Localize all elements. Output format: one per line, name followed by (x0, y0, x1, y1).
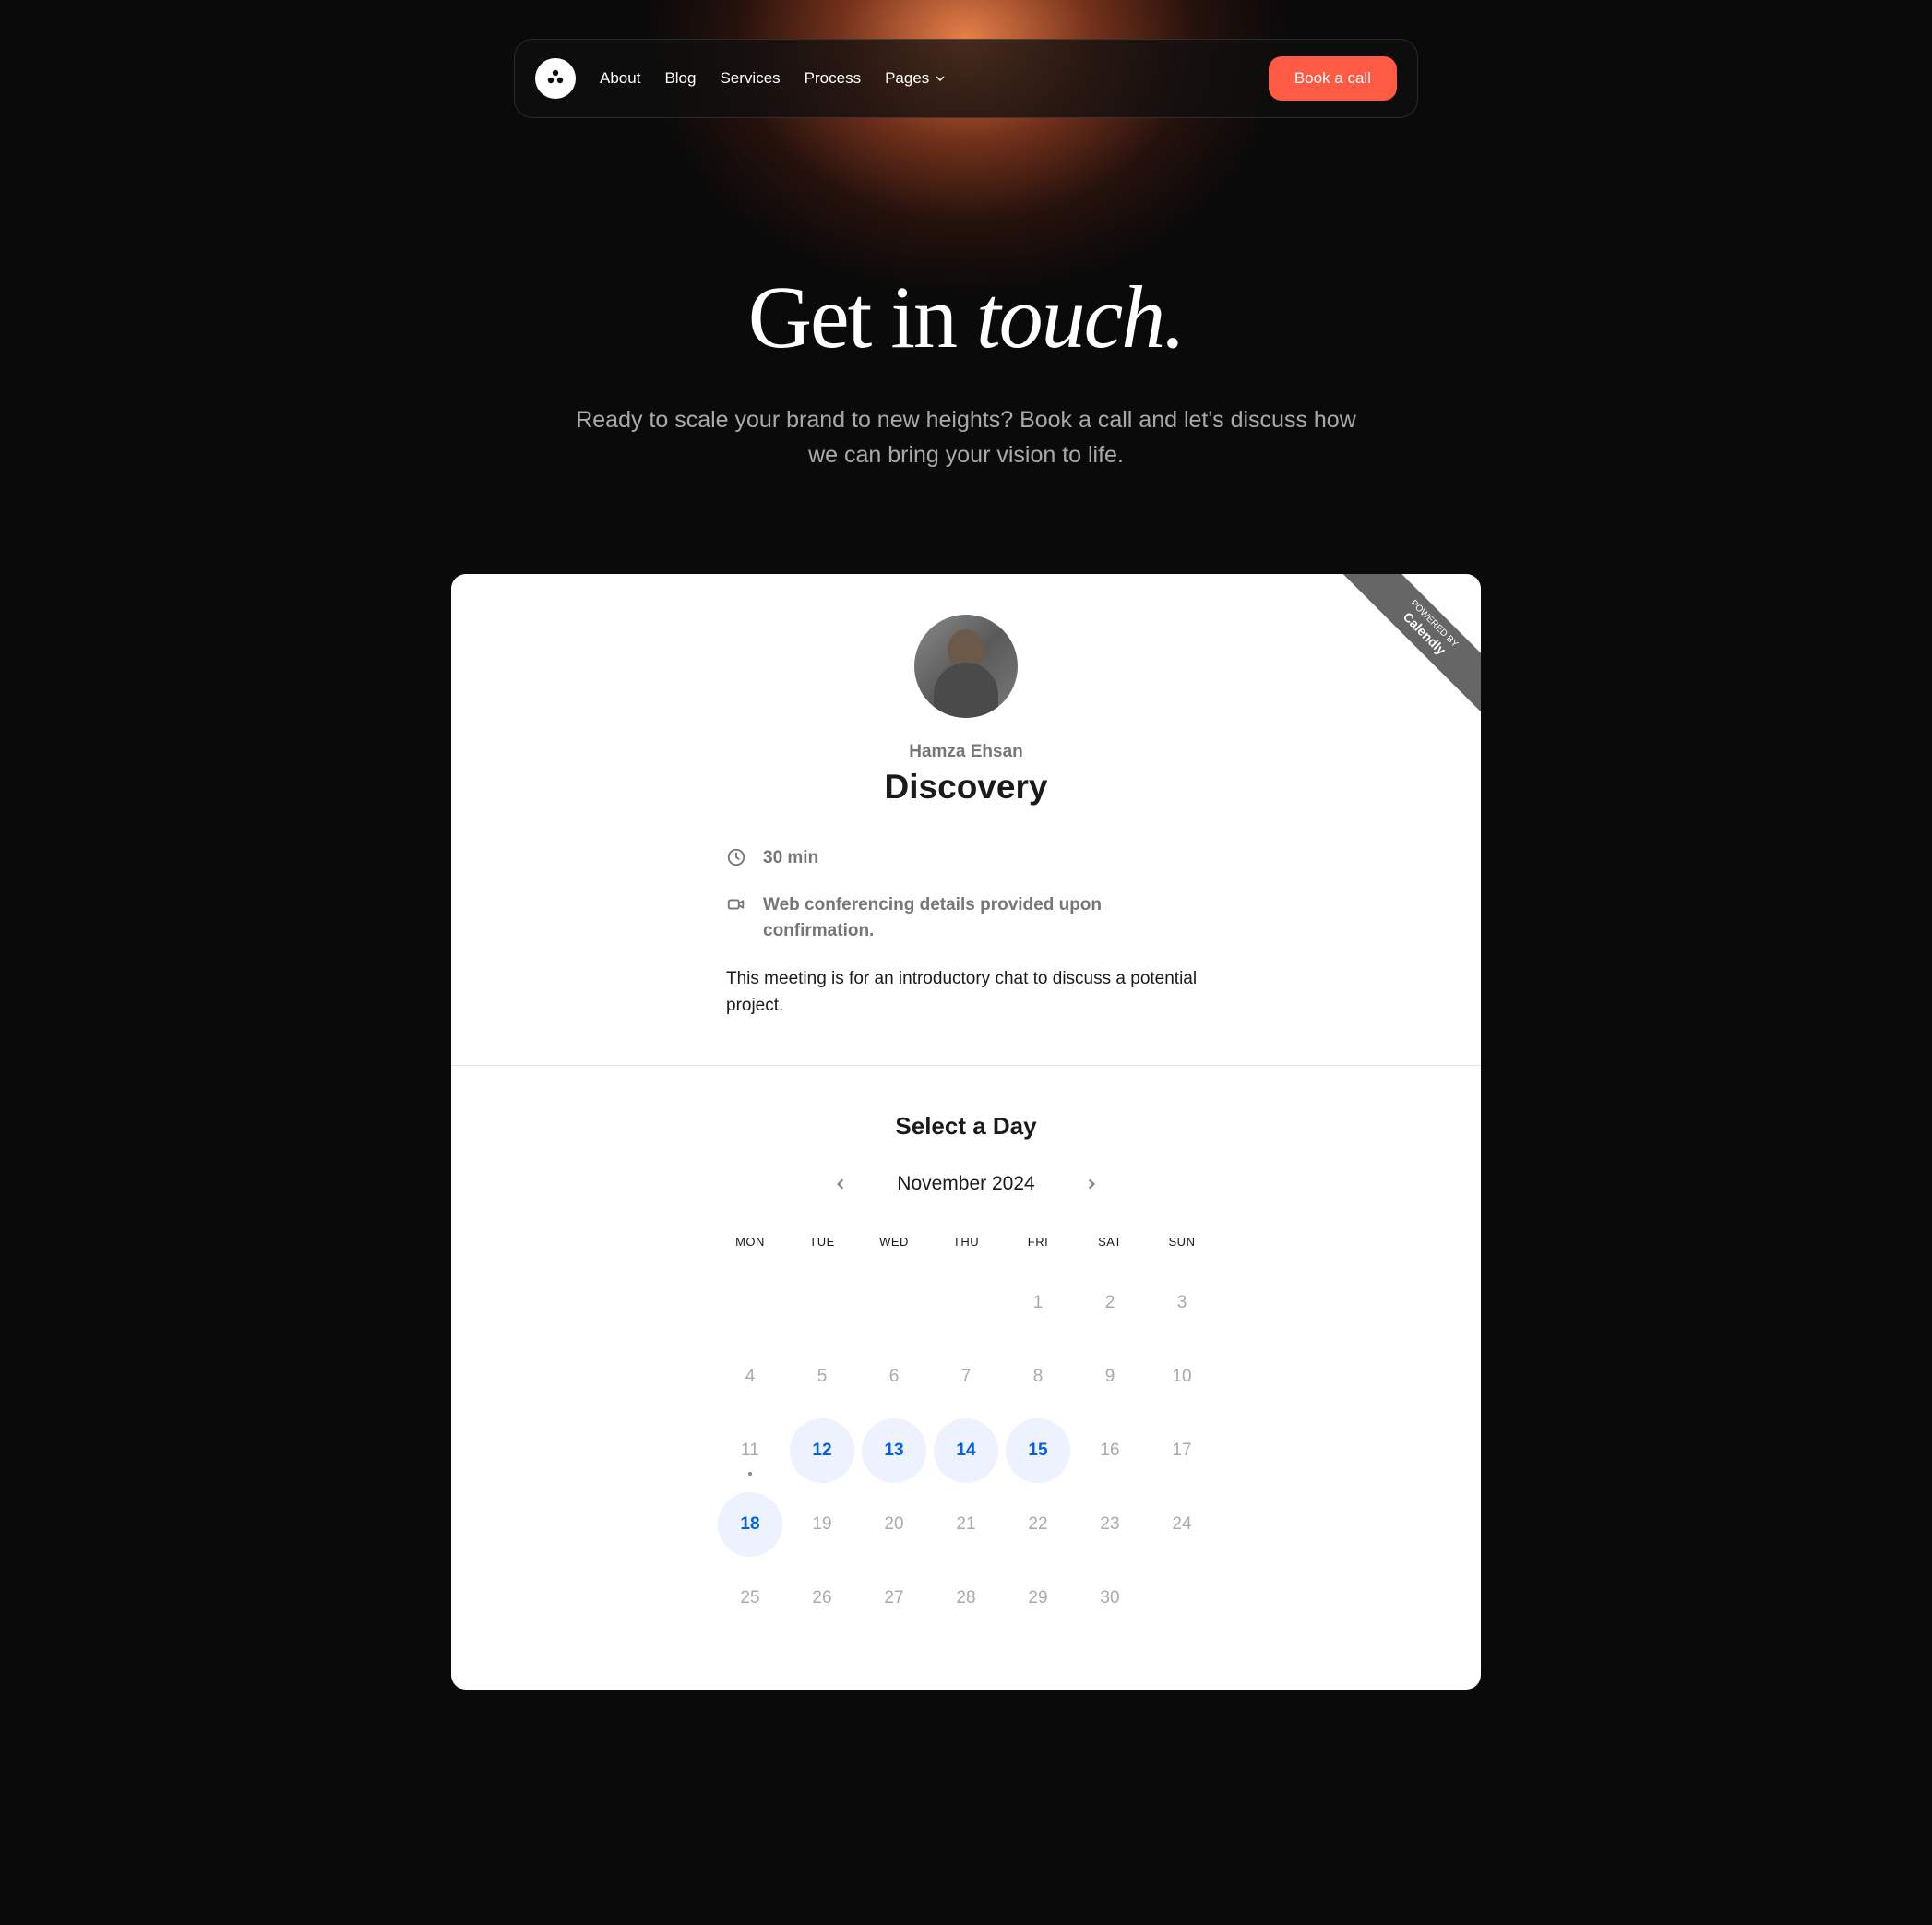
nav-link-about[interactable]: About (600, 69, 640, 88)
logo-icon (544, 67, 566, 90)
calendar-day-unavailable: 7 (930, 1341, 1002, 1413)
nav-link-blog[interactable]: Blog (664, 69, 696, 88)
calendar-day-unavailable: 4 (714, 1341, 786, 1413)
nav-links: About Blog Services Process Pages (600, 69, 946, 88)
calendar-day-unavailable: 27 (858, 1562, 930, 1634)
calendar-dow: FRI (1002, 1227, 1074, 1265)
calendar-day-available[interactable]: 14 (930, 1415, 1002, 1487)
calendar-dow: THU (930, 1227, 1002, 1265)
calendar-day-available[interactable]: 18 (714, 1489, 786, 1560)
calendar-day-available[interactable]: 15 (1002, 1415, 1074, 1487)
host-avatar (914, 615, 1018, 718)
calendar-blank (786, 1267, 858, 1339)
calendar-day-unavailable: 23 (1074, 1489, 1146, 1560)
calendar-day-unavailable: 6 (858, 1341, 930, 1413)
calendar-day-unavailable: 24 (1146, 1489, 1218, 1560)
calendar-dow: WED (858, 1227, 930, 1265)
next-month-button[interactable] (1079, 1172, 1103, 1196)
calendar-blank (858, 1267, 930, 1339)
calendar-day-unavailable: 22 (1002, 1489, 1074, 1560)
day-select-section: Select a Day November 2024 MONTUEWEDTHUF… (451, 1066, 1481, 1690)
calendar-day-unavailable: 11 (714, 1415, 786, 1487)
clock-icon (726, 847, 746, 867)
calendar-day-unavailable: 20 (858, 1489, 930, 1560)
calendar-day-unavailable: 28 (930, 1562, 1002, 1634)
logo[interactable] (535, 58, 576, 99)
calendly-card: POWERED BY Calendly Hamza Ehsan Discover… (451, 574, 1481, 1690)
calendar-grid: MONTUEWEDTHUFRISATSUN1234567891011121314… (488, 1227, 1444, 1634)
calendar-dow: SAT (1074, 1227, 1146, 1265)
calendar-dow: SUN (1146, 1227, 1218, 1265)
nav-link-services[interactable]: Services (720, 69, 780, 88)
calendar-day-available[interactable]: 12 (786, 1415, 858, 1487)
calendar-day-unavailable: 10 (1146, 1341, 1218, 1413)
meeting-header: Hamza Ehsan Discovery 30 min Web confere… (451, 574, 1481, 1065)
calendar-day-unavailable: 26 (786, 1562, 858, 1634)
calendar-blank (930, 1267, 1002, 1339)
calendar-day-unavailable: 19 (786, 1489, 858, 1560)
hero: Get in touch. Ready to scale your brand … (0, 266, 1932, 472)
calendar-day-unavailable: 2 (1074, 1267, 1146, 1339)
book-call-button[interactable]: Book a call (1269, 56, 1397, 101)
calendar-day-available[interactable]: 13 (858, 1415, 930, 1487)
calendar-day-unavailable: 8 (1002, 1341, 1074, 1413)
chevron-right-icon (1085, 1178, 1098, 1190)
page-title: Get in touch. (0, 266, 1932, 368)
location-row: Web conferencing details provided upon c… (726, 892, 1206, 945)
calendar-day-unavailable: 16 (1074, 1415, 1146, 1487)
powered-by-ribbon[interactable]: POWERED BY Calendly (1333, 574, 1481, 722)
month-label: November 2024 (897, 1173, 1034, 1195)
calendar-day-unavailable: 29 (1002, 1562, 1074, 1634)
chevron-down-icon (935, 73, 946, 84)
calendar-day-unavailable: 1 (1002, 1267, 1074, 1339)
calendar-blank (714, 1267, 786, 1339)
calendar-day-unavailable: 5 (786, 1341, 858, 1413)
prev-month-button[interactable] (829, 1172, 853, 1196)
calendar-dow: TUE (786, 1227, 858, 1265)
video-icon (726, 894, 746, 915)
calendar-day-unavailable: 17 (1146, 1415, 1218, 1487)
calendar-day-unavailable: 3 (1146, 1267, 1218, 1339)
page-subtitle: Ready to scale your brand to new heights… (560, 403, 1372, 472)
nav-link-pages[interactable]: Pages (885, 69, 946, 88)
select-day-title: Select a Day (488, 1112, 1444, 1141)
calendar-day-unavailable: 25 (714, 1562, 786, 1634)
calendar-day-unavailable: 30 (1074, 1562, 1146, 1634)
meeting-title: Discovery (488, 768, 1444, 807)
chevron-left-icon (834, 1178, 847, 1190)
duration-row: 30 min (726, 845, 1206, 872)
month-row: November 2024 (488, 1172, 1444, 1196)
main-nav: About Blog Services Process Pages Book a… (514, 39, 1418, 118)
host-name: Hamza Ehsan (488, 742, 1444, 762)
calendar-day-unavailable: 9 (1074, 1341, 1146, 1413)
calendar-dow: MON (714, 1227, 786, 1265)
calendar-day-unavailable: 21 (930, 1489, 1002, 1560)
nav-link-process[interactable]: Process (805, 69, 861, 88)
meeting-description: This meeting is for an introductory chat… (726, 965, 1206, 1020)
